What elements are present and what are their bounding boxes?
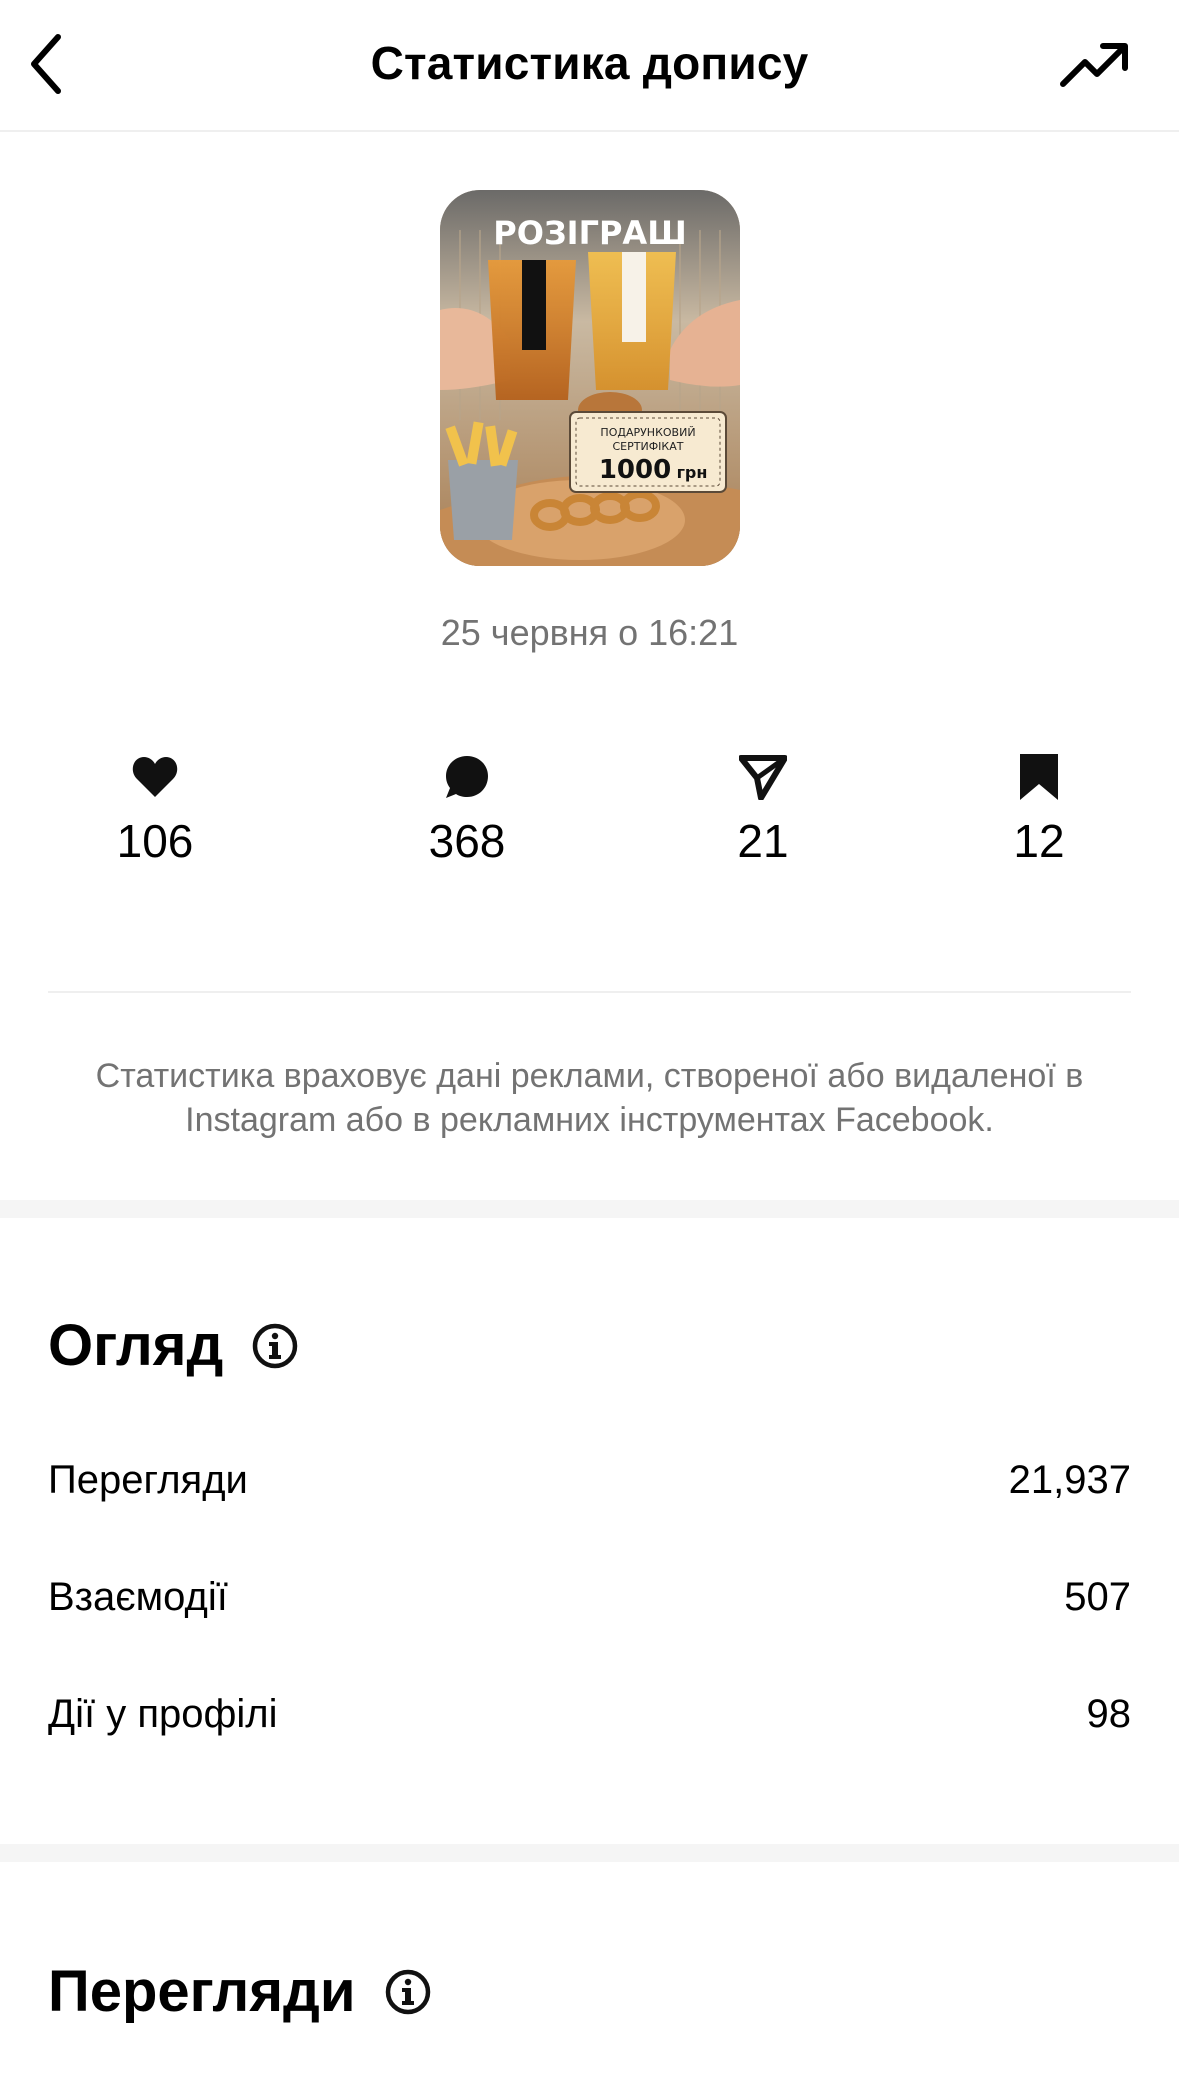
shares-stat: 21 — [663, 752, 863, 868]
overview-row-profile-activity[interactable]: Дії у профілі 98 — [48, 1684, 1131, 1744]
overview-title: Огляд — [48, 1312, 299, 1379]
views-section-title-text: Перегляди — [48, 1959, 356, 2024]
overview-row-label: Перегляди — [48, 1457, 248, 1502]
overview-row-value: 98 — [1086, 1691, 1132, 1736]
trending-up-icon — [1060, 43, 1128, 87]
section-separator — [0, 1200, 1179, 1218]
certificate-line1: ПОДАРУНКОВИЙ — [600, 426, 695, 439]
overview-row-label: Взаємодії — [48, 1574, 228, 1619]
section-separator — [0, 1844, 1179, 1862]
engagement-stats: 106 368 21 12 — [0, 752, 1179, 882]
send-icon — [739, 755, 787, 800]
certificate-line2: СЕРТИФІКАТ — [613, 440, 684, 453]
overview-title-text: Огляд — [48, 1313, 224, 1378]
promo-headline: РОЗІГРАШ — [493, 214, 686, 252]
ads-disclaimer: Статистика враховує дані реклами, створе… — [95, 1057, 1084, 1139]
divider — [48, 991, 1131, 993]
overview-row-label: Дії у профілі — [48, 1691, 278, 1736]
post-image: ПОДАРУНКОВИЙ СЕРТИФІКАТ 1000 грн РОЗІГРА… — [440, 190, 740, 566]
heart-icon — [132, 757, 178, 797]
views-section-title: Перегляди — [48, 1958, 432, 2025]
comments-count: 368 — [428, 815, 506, 867]
post-date: 25 червня о 16:21 — [440, 612, 739, 653]
likes-stat: 106 — [55, 752, 255, 868]
saves-count: 12 — [1013, 815, 1065, 867]
page-title: Статистика допису — [370, 37, 809, 89]
overview-row-views[interactable]: Перегляди 21,937 — [48, 1450, 1131, 1510]
comments-stat: 368 — [367, 752, 567, 868]
shares-count: 21 — [737, 815, 789, 867]
certificate-currency: грн — [677, 463, 708, 482]
top-bar: Статистика допису — [0, 0, 1179, 132]
overview-row-interactions[interactable]: Взаємодії 507 — [48, 1567, 1131, 1627]
insights-button[interactable] — [1059, 40, 1131, 92]
post-thumbnail[interactable]: ПОДАРУНКОВИЙ СЕРТИФІКАТ 1000 грн РОЗІГРА… — [440, 190, 740, 566]
overview-info-button[interactable] — [251, 1322, 299, 1370]
views-info-button[interactable] — [384, 1968, 432, 2016]
overview-row-value: 21,937 — [1008, 1457, 1131, 1502]
certificate-amount: 1000 — [599, 455, 671, 485]
comment-icon — [446, 756, 488, 798]
likes-count: 106 — [116, 815, 194, 867]
bookmark-icon — [1020, 754, 1058, 800]
overview-row-value: 507 — [1064, 1574, 1131, 1619]
info-icon — [253, 1323, 298, 1368]
info-icon — [385, 1969, 430, 2014]
saves-stat: 12 — [939, 752, 1139, 868]
